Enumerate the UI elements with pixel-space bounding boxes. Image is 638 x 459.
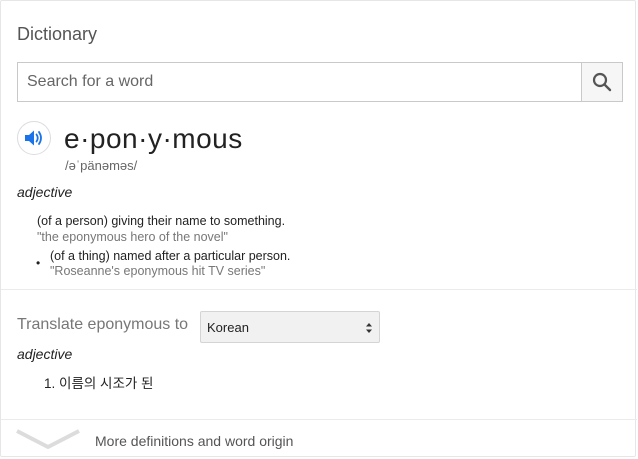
example-1: "the eponymous hero of the novel" xyxy=(37,230,228,244)
translate-label: Translate eponymous to xyxy=(17,316,189,333)
translation-text: 이름의 시조가 된 xyxy=(59,376,154,391)
translation-part-of-speech: adjective xyxy=(17,346,73,362)
phonetic-spelling: /əˈpänəməs/ xyxy=(65,158,138,173)
definition-2: (of a thing) named after a particular pe… xyxy=(50,249,291,263)
more-definitions-link[interactable]: More definitions and word origin xyxy=(95,433,293,449)
pronunciation-button[interactable] xyxy=(17,121,51,155)
speaker-icon xyxy=(25,130,42,146)
example-2: "Roseanne's eponymous hit TV series" xyxy=(50,264,266,278)
expand-chevron-icon[interactable] xyxy=(15,429,81,451)
search-icon xyxy=(592,72,612,92)
headword: e·pon·y·mous xyxy=(64,123,243,154)
language-select-value: Korean xyxy=(207,319,249,335)
language-select[interactable]: Korean xyxy=(200,311,380,343)
part-of-speech: adjective xyxy=(17,184,73,200)
dictionary-title: Dictionary xyxy=(17,24,98,44)
select-arrows-icon xyxy=(366,323,372,333)
translation-item: 1. 이름의 시조가 된 xyxy=(44,372,153,392)
bullet-marker: • xyxy=(36,256,41,270)
search-input[interactable] xyxy=(18,63,581,101)
translation-number: 1. xyxy=(44,376,56,391)
definition-1: (of a person) giving their name to somet… xyxy=(37,214,286,228)
section-divider xyxy=(1,289,637,290)
search-bar xyxy=(17,62,623,102)
dictionary-card: Dictionary e·pon·y·mous /əˈpänəməs/ adje… xyxy=(0,0,637,457)
footer-divider xyxy=(1,419,637,420)
search-button[interactable] xyxy=(581,63,622,101)
